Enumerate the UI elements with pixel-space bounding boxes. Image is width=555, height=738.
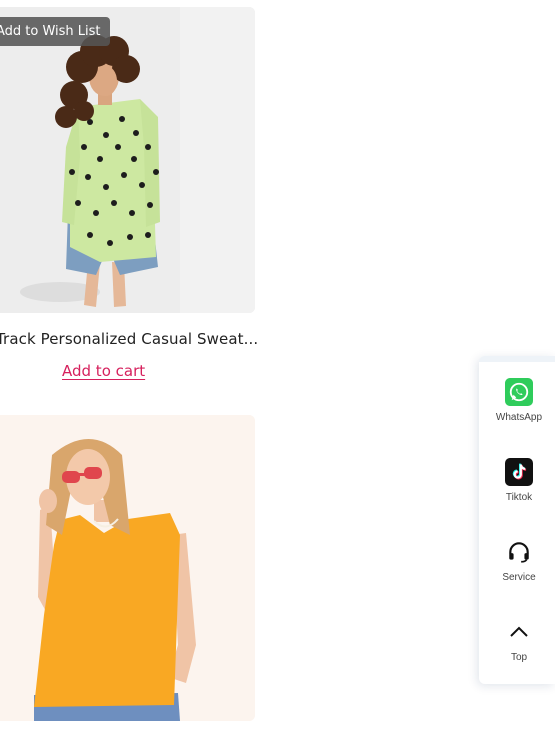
product-image[interactable] [0, 415, 255, 721]
product-photo [0, 7, 255, 313]
product-card: Add to Wish List Track Personalized Casu… [0, 7, 258, 380]
chevron-up-icon [505, 618, 533, 646]
add-to-cart-link[interactable]: Add to cart [62, 362, 145, 380]
whatsapp-label: WhatsApp [495, 412, 543, 423]
page: Add to Wish List Track Personalized Casu… [0, 0, 555, 738]
whatsapp-icon [505, 378, 533, 406]
back-to-top-button[interactable]: Top [479, 618, 555, 663]
tiktok-button[interactable]: Tiktok [479, 458, 555, 503]
add-to-wishlist-badge[interactable]: Add to Wish List [0, 17, 110, 46]
headset-icon [505, 538, 533, 566]
product-card [0, 415, 255, 721]
top-label: Top [510, 652, 528, 663]
tiktok-icon [505, 458, 533, 486]
product-photo [0, 415, 255, 721]
product-title[interactable]: Track Personalized Casual Sweat... [0, 330, 258, 348]
whatsapp-button[interactable]: WhatsApp [479, 378, 555, 423]
product-image[interactable]: Add to Wish List [0, 7, 255, 313]
service-label: Service [502, 572, 536, 583]
floating-service-panel: WhatsApp Tiktok Service Top [479, 356, 555, 684]
service-button[interactable]: Service [479, 538, 555, 583]
tiktok-label: Tiktok [505, 492, 533, 503]
